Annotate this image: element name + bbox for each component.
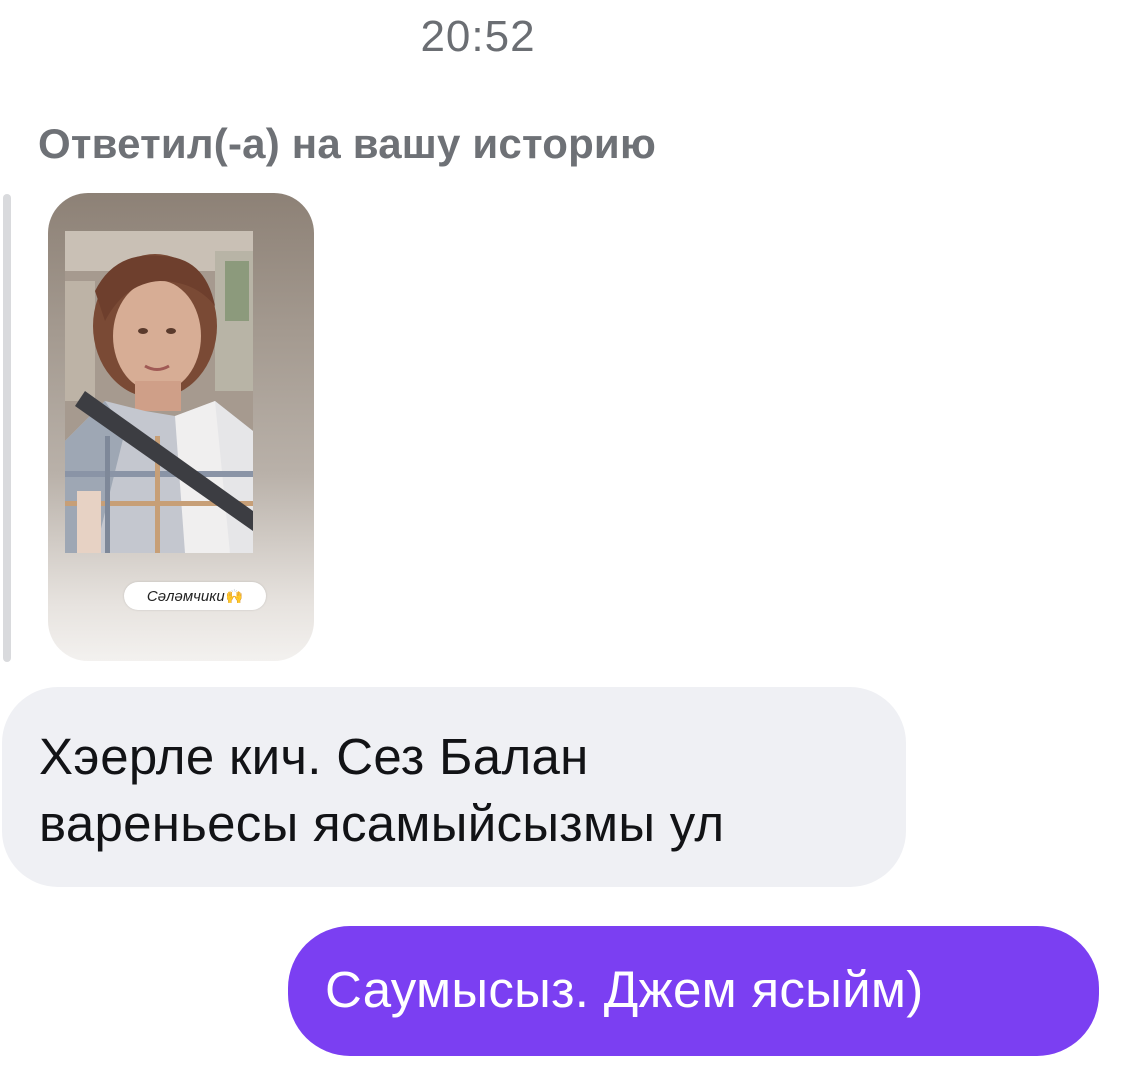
message-timestamp: 20:52	[420, 12, 536, 61]
reply-indicator-bar	[3, 194, 11, 662]
raising-hands-icon: 🙌	[225, 588, 244, 604]
outgoing-message-bubble[interactable]: Саумысыз. Джем ясыйм)	[288, 926, 1099, 1056]
story-photo	[65, 231, 253, 553]
incoming-message-line: Хэерле кич. Сез Балан	[39, 728, 589, 785]
story-sticker-text: Сәләмчики	[146, 588, 225, 605]
incoming-message-bubble[interactable]: Хэерле кич. Сез Балан вареньесы ясамыйсы…	[2, 687, 906, 887]
outgoing-message-text: Саумысыз. Джем ясыйм)	[325, 961, 924, 1018]
story-sticker: Сәләмчики🙌	[124, 582, 266, 610]
story-reply-caption: Ответил(-а) на вашу историю	[38, 120, 657, 167]
incoming-message-line: вареньесы ясамыйсызмы ул	[39, 795, 725, 852]
story-preview-card[interactable]: Сәләмчики🙌	[48, 193, 314, 661]
